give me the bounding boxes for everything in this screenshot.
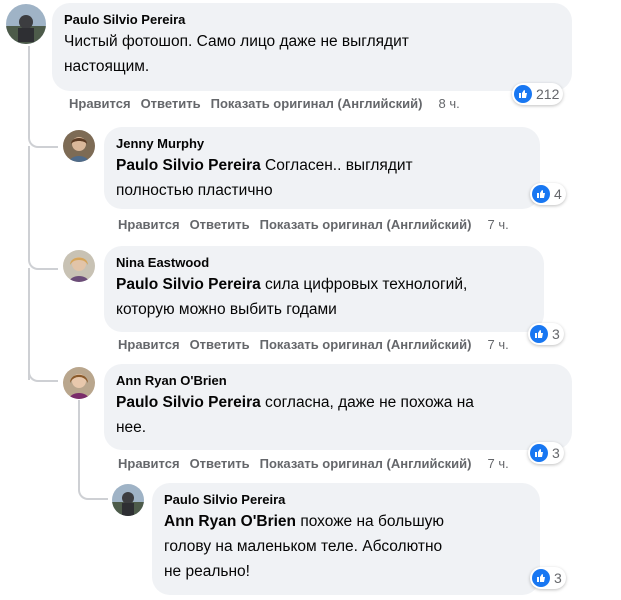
thread-line [78, 400, 80, 480]
reply-link[interactable]: Ответить [190, 337, 250, 352]
comment-actions: Нравится Ответить Показать оригинал (Англи… [118, 217, 519, 233]
comment-actions: Нравится Ответить Показать оригинал (Англи… [118, 337, 519, 353]
timestamp[interactable]: 7 ч. [488, 337, 509, 352]
show-original-link[interactable]: Показать оригинал (Английский) [260, 337, 472, 352]
thread-elbow [28, 352, 58, 382]
timestamp[interactable]: 7 ч. [488, 217, 509, 232]
avatar[interactable] [63, 367, 95, 399]
reply-link[interactable]: Ответить [190, 217, 250, 232]
reaction-count[interactable]: 3 [528, 442, 564, 464]
comment-bubble: Nina Eastwood Paulo Silvio Pereira сила … [104, 246, 544, 332]
like-link[interactable]: Нравится [118, 456, 180, 471]
mention-link[interactable]: Ann Ryan O'Brien [164, 513, 296, 530]
show-original-link[interactable]: Показать оригинал (Английский) [260, 456, 472, 471]
comment-author[interactable]: Paulo Silvio Pereira [164, 491, 528, 508]
comment-bubble: Paulo Silvio Pereira Ann Ryan O'Brien по… [152, 483, 540, 595]
comment-actions: Нравится Ответить Показать оригинал (Англи… [118, 456, 519, 472]
thread-line [28, 46, 30, 128]
comment-text: Чистый фотошоп. Само лицо даже не выгляд… [64, 33, 409, 50]
comment-actions: Нравится Ответить Показать оригинал (Англи… [69, 96, 470, 112]
comment-text: которую можно выбить годами [116, 301, 337, 318]
comment-bubble: Jenny Murphy Paulo Silvio Pereira Соглас… [104, 127, 540, 209]
comment-author[interactable]: Ann Ryan O'Brien [116, 372, 560, 389]
like-icon [530, 444, 548, 462]
like-icon [532, 185, 550, 203]
reaction-count[interactable]: 4 [530, 183, 566, 205]
comment-text: полностью пластично [116, 182, 273, 199]
mention-link[interactable]: Paulo Silvio Pereira [116, 276, 261, 293]
comment-text: настоящим. [64, 58, 150, 75]
like-icon [514, 85, 532, 103]
comment-author[interactable]: Nina Eastwood [116, 254, 532, 271]
comment-text: голову на маленьком теле. Абсолютно [164, 538, 443, 555]
like-link[interactable]: Нравится [118, 217, 180, 232]
comment-author[interactable]: Jenny Murphy [116, 135, 528, 152]
comment-text: Ann Ryan O'Brien похоже на большую [164, 513, 445, 530]
reply-link[interactable]: Ответить [141, 96, 201, 111]
comment-text: Paulo Silvio Pereira согласна, даже не п… [116, 394, 474, 411]
avatar[interactable] [63, 130, 95, 162]
like-link[interactable]: Нравится [69, 96, 131, 111]
thread-elbow [28, 240, 58, 270]
comment-bubble: Paulo Silvio Pereira Чистый фотошоп. Сам… [52, 3, 572, 91]
comment-bubble: Ann Ryan O'Brien Paulo Silvio Pereira со… [104, 364, 572, 450]
like-link[interactable]: Нравится [118, 337, 180, 352]
reply-link[interactable]: Ответить [190, 456, 250, 471]
avatar[interactable] [112, 484, 144, 516]
like-icon [532, 569, 550, 587]
mention-link[interactable]: Paulo Silvio Pereira [116, 394, 261, 411]
show-original-link[interactable]: Показать оригинал (Английский) [211, 96, 423, 111]
timestamp[interactable]: 8 ч. [439, 96, 460, 111]
avatar[interactable] [6, 4, 46, 44]
like-icon [530, 325, 548, 343]
show-original-link[interactable]: Показать оригинал (Английский) [260, 217, 472, 232]
thread-elbow [28, 118, 58, 148]
thread-elbow [78, 470, 108, 500]
comment-text: нее. [116, 419, 147, 436]
timestamp[interactable]: 7 ч. [488, 456, 509, 471]
reaction-count[interactable]: 3 [530, 567, 566, 589]
reaction-count[interactable]: 212 [512, 83, 564, 105]
comment-text: Paulo Silvio Pereira сила цифровых техно… [116, 276, 468, 293]
comment-text: Paulo Silvio Pereira Согласен.. выглядит [116, 157, 413, 174]
reaction-count[interactable]: 3 [528, 323, 564, 345]
avatar[interactable] [63, 250, 95, 282]
mention-link[interactable]: Paulo Silvio Pereira [116, 157, 261, 174]
comment-author[interactable]: Paulo Silvio Pereira [64, 11, 560, 28]
comment-text: не реально! [164, 563, 250, 580]
